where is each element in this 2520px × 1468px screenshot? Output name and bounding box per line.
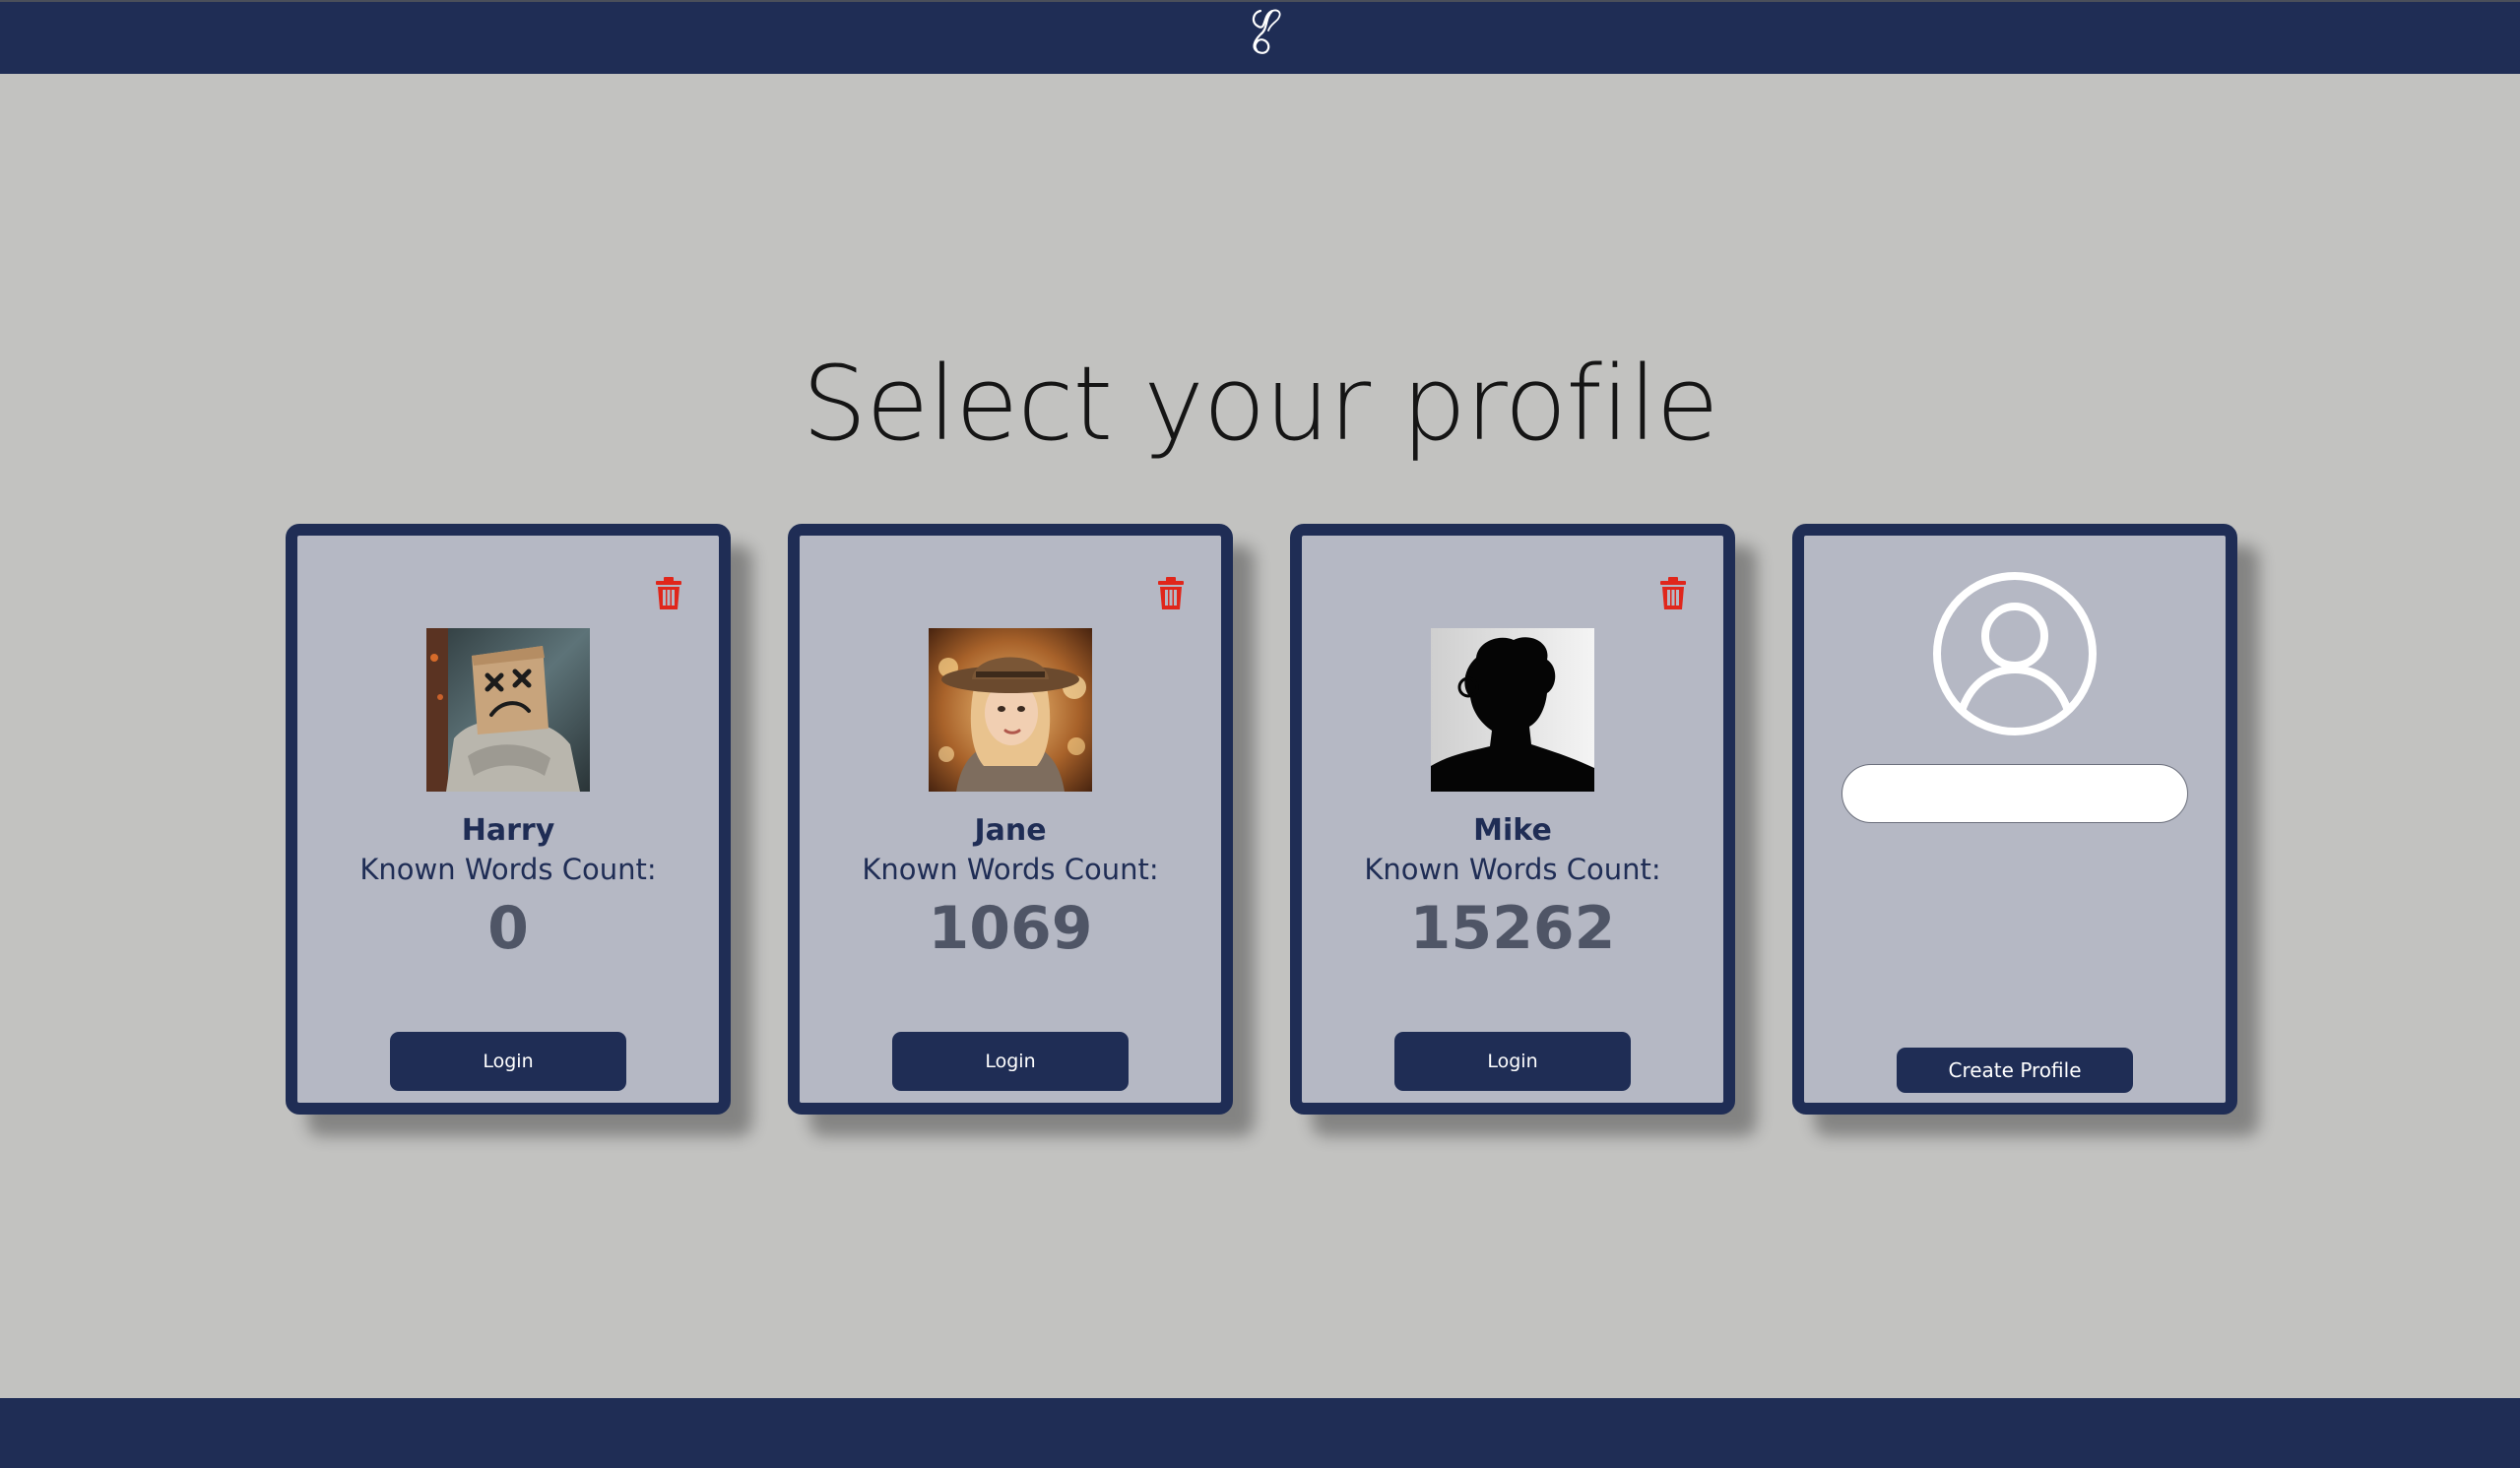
known-words-count: 15262: [1409, 894, 1616, 963]
profile-name: Jane: [974, 813, 1047, 848]
login-button[interactable]: Login: [1394, 1032, 1631, 1091]
user-circle-icon: [1933, 572, 2097, 735]
known-words-label: Known Words Count:: [359, 853, 657, 886]
quill-logo-icon[interactable]: [1239, 5, 1288, 74]
delete-profile-icon[interactable]: [1156, 577, 1186, 610]
known-words-label: Known Words Count:: [1364, 853, 1661, 886]
profile-name-input[interactable]: [1842, 764, 2188, 823]
profile-avatar: [1431, 628, 1594, 792]
profile-avatar: [929, 628, 1092, 792]
delete-profile-icon[interactable]: [654, 577, 683, 610]
profile-name: Harry: [461, 813, 555, 848]
known-words-count: 0: [487, 894, 529, 963]
profile-card-mike: Mike Known Words Count: 15262 Login: [1290, 524, 1735, 1115]
profile-card-harry: Harry Known Words Count: 0 Login: [286, 524, 731, 1115]
delete-profile-icon[interactable]: [1658, 577, 1688, 610]
new-profile-card: Create Profile: [1792, 524, 2237, 1115]
known-words-count: 1069: [928, 894, 1093, 963]
known-words-label: Known Words Count:: [862, 853, 1159, 886]
login-button[interactable]: Login: [390, 1032, 626, 1091]
login-button[interactable]: Login: [892, 1032, 1129, 1091]
create-profile-button[interactable]: Create Profile: [1897, 1048, 2133, 1093]
bottom-bar: [0, 1398, 2520, 1468]
profile-card-jane: Jane Known Words Count: 1069 Login: [788, 524, 1233, 1115]
page-title: Select your profile: [802, 344, 1718, 464]
profile-avatar: [426, 628, 590, 792]
profile-name: Mike: [1473, 813, 1552, 848]
top-bar: [0, 0, 2520, 74]
